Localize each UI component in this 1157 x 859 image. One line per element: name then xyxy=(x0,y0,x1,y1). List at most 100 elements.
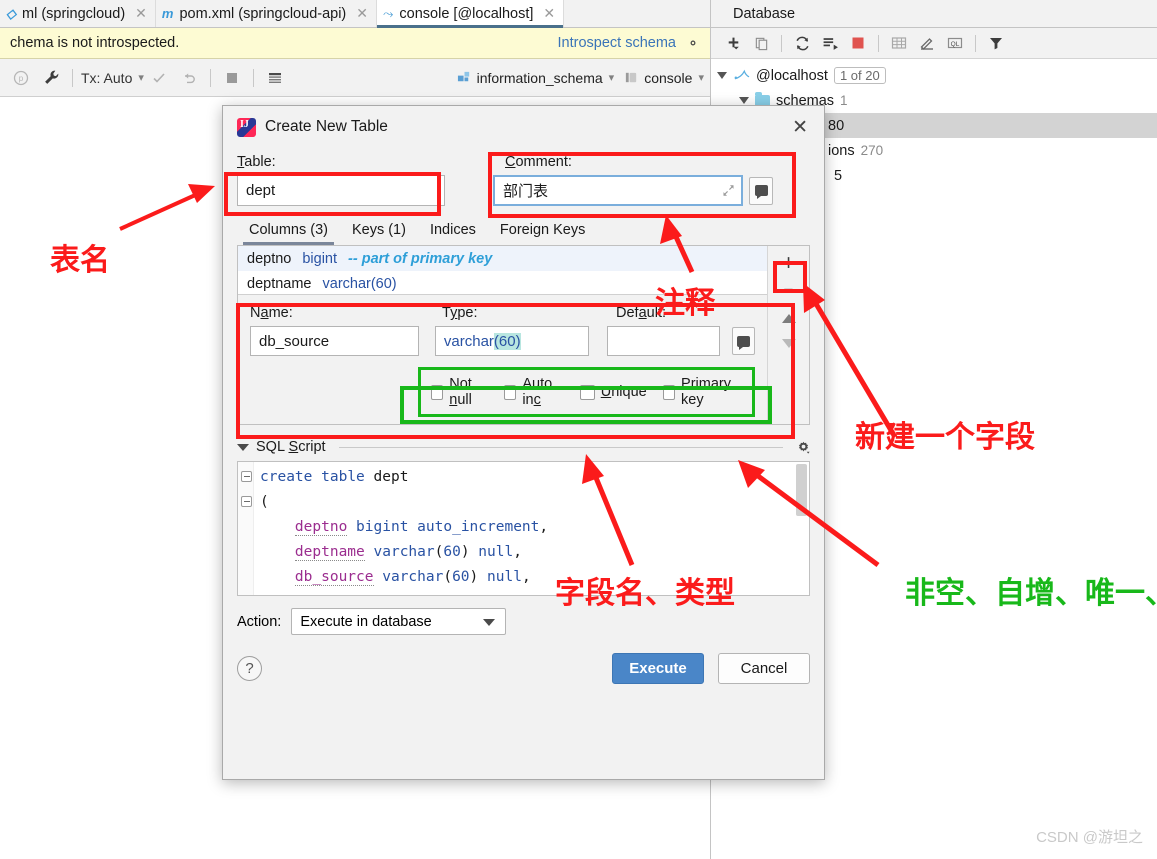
arrow-up-icon[interactable] xyxy=(781,314,796,323)
tab-indices[interactable]: Indices xyxy=(418,218,488,245)
checkbox-box[interactable] xyxy=(662,384,676,400)
chevron-down-icon[interactable] xyxy=(483,619,496,626)
columns-list-buttons: + − xyxy=(767,246,809,424)
column-note: -- part of primary key xyxy=(348,250,493,267)
copy-icon[interactable] xyxy=(747,31,775,55)
expand-arrows-icon[interactable] xyxy=(722,184,735,197)
check-icon[interactable] xyxy=(144,63,174,93)
run-script-icon[interactable] xyxy=(816,31,844,55)
minus-icon[interactable]: − xyxy=(776,280,802,299)
chevron-down-icon[interactable] xyxy=(739,97,749,104)
sql-line: deptno bigint auto_increment, xyxy=(294,519,549,536)
intellij-idea-icon xyxy=(237,117,256,137)
dialog-title-bar: Create New Table ✕ xyxy=(223,106,824,148)
column-name: deptname xyxy=(247,275,312,292)
rollback-icon[interactable] xyxy=(174,63,204,93)
table-name-input[interactable]: dept xyxy=(237,175,445,206)
table-label: Table: xyxy=(237,154,276,170)
checkbox-auto-inc[interactable]: Auto inc xyxy=(504,376,564,408)
sql-line: deptname varchar(60) null, xyxy=(294,544,522,561)
tab-foreign-keys[interactable]: Foreign Keys xyxy=(488,218,597,245)
close-icon[interactable]: ✕ xyxy=(135,5,147,22)
checkbox-box[interactable] xyxy=(431,384,444,400)
add-icon[interactable] xyxy=(719,31,747,55)
gear-icon[interactable] xyxy=(686,36,700,50)
database-panel-title-label: Database xyxy=(733,5,796,22)
close-icon[interactable]: ✕ xyxy=(356,5,368,22)
session-name-label: console xyxy=(644,69,693,86)
field-editor-inputs: db_source varchar (60) xyxy=(250,326,756,356)
editor-tab-label: pom.xml (springcloud-api) xyxy=(179,5,347,22)
table-icon[interactable] xyxy=(885,31,913,55)
editor-tab-strip: ◇ ml (springcloud) ✕ m pom.xml (springcl… xyxy=(0,0,710,28)
field-type-input[interactable]: varchar (60) xyxy=(434,326,589,356)
query-console-icon[interactable]: QL xyxy=(941,31,969,55)
sql-scrollbar[interactable] xyxy=(796,464,807,516)
editor-tab-xml[interactable]: ◇ ml (springcloud) ✕ xyxy=(0,0,156,27)
field-flags-group: Not null Auto inc Unique Primary key xyxy=(418,367,755,417)
editor-tab-console[interactable]: ⤳ console [@localhost] ✕ xyxy=(377,0,565,28)
console-icon: ⤳ xyxy=(383,5,394,21)
stop-icon[interactable] xyxy=(217,63,247,93)
tab-label: Columns (3) xyxy=(249,222,328,238)
introspect-schema-link[interactable]: Introspect schema xyxy=(558,35,676,51)
checkbox-box[interactable] xyxy=(504,384,517,400)
table-grid-icon[interactable] xyxy=(260,63,290,93)
fold-icon[interactable] xyxy=(241,471,252,482)
close-icon[interactable]: ✕ xyxy=(543,5,555,22)
field-type-prefix: varchar xyxy=(443,332,494,350)
gear-icon[interactable] xyxy=(796,440,810,454)
fold-icon[interactable] xyxy=(241,496,252,507)
chevron-down-icon[interactable]: ▾ xyxy=(609,71,615,84)
filter-icon[interactable] xyxy=(982,31,1010,55)
checkbox-unique[interactable]: Unique xyxy=(579,384,647,400)
editor-tab-pom[interactable]: m pom.xml (springcloud-api) ✕ xyxy=(155,0,377,27)
checkbox-not-null[interactable]: Not null xyxy=(431,376,488,408)
column-type: varchar(60) xyxy=(322,275,397,292)
pause-circle-icon[interactable]: p xyxy=(6,63,36,93)
schema-selector[interactable]: information_schema xyxy=(457,70,603,86)
checkbox-box[interactable] xyxy=(579,384,595,400)
chevron-down-icon[interactable]: ▾ xyxy=(698,71,704,84)
close-icon[interactable]: ✕ xyxy=(788,116,812,139)
tab-label: Keys (1) xyxy=(351,222,406,238)
table-row[interactable]: deptno bigint -- part of primary key xyxy=(238,246,767,271)
arrow-down-icon[interactable] xyxy=(781,339,796,348)
edit-icon[interactable] xyxy=(913,31,941,55)
comment-bubble-button[interactable] xyxy=(749,176,773,205)
maven-file-icon: m xyxy=(161,6,174,21)
refresh-icon[interactable] xyxy=(788,31,816,55)
action-label: Action: xyxy=(237,613,282,630)
tab-columns[interactable]: Columns (3) xyxy=(237,218,340,245)
wrench-icon[interactable] xyxy=(36,63,66,93)
comment-input-wrapper: 部门表 xyxy=(493,175,743,206)
stop-icon[interactable] xyxy=(844,31,872,55)
transaction-mode-label[interactable]: Tx: Auto xyxy=(79,70,134,86)
tree-label: 80 xyxy=(828,117,845,134)
tab-keys[interactable]: Keys (1) xyxy=(340,218,418,245)
action-row: Action: Execute in database xyxy=(237,608,810,635)
help-button[interactable]: ? xyxy=(237,656,262,681)
create-new-table-dialog: Create New Table ✕ Table: Comment: dept … xyxy=(222,105,825,780)
comment-input[interactable]: 部门表 xyxy=(493,175,743,206)
triangle-down-icon[interactable] xyxy=(237,443,249,451)
columns-list-body: deptno bigint -- part of primary key dep… xyxy=(238,246,767,424)
cancel-button[interactable]: Cancel xyxy=(718,653,810,684)
field-comment-button[interactable] xyxy=(732,327,756,355)
session-selector[interactable]: console xyxy=(624,70,692,86)
field-name-input[interactable]: db_source xyxy=(250,326,419,356)
schema-icon xyxy=(457,71,469,82)
execute-button[interactable]: Execute xyxy=(612,653,704,684)
comment-label: Comment: xyxy=(505,154,572,170)
csdn-watermark: CSDN @游坦之 xyxy=(1036,829,1143,846)
annotation-label-table-name: 表名 xyxy=(50,243,110,278)
action-select-value: Execute in database xyxy=(300,613,432,630)
checkbox-primary-key[interactable]: Primary key xyxy=(662,376,742,408)
plus-icon[interactable]: + xyxy=(775,250,803,276)
tree-row-localhost[interactable]: @localhost 1 of 20 xyxy=(711,63,1157,88)
field-default-input[interactable] xyxy=(606,326,720,356)
annotation-label-comment: 注释 xyxy=(655,286,715,321)
svg-text:QL: QL xyxy=(951,41,960,48)
action-select[interactable]: Execute in database xyxy=(291,608,507,635)
chevron-down-icon[interactable] xyxy=(717,72,727,79)
